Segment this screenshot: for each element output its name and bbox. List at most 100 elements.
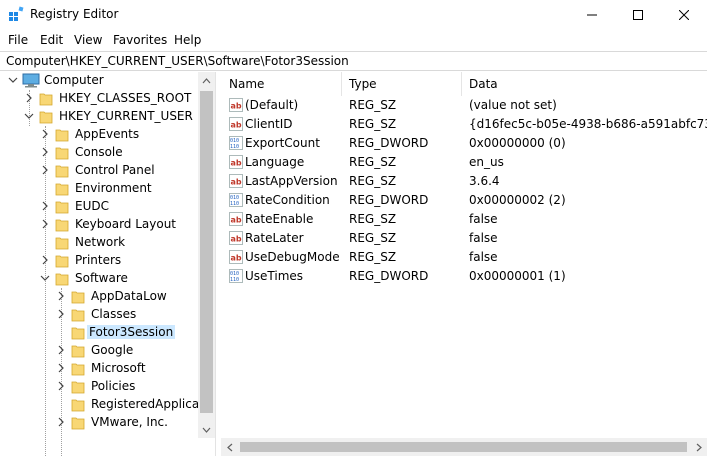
values-list[interactable]: Name Type Data ab (Default) REG_SZ (valu… (221, 72, 707, 438)
tree-item-policies[interactable]: Policies (0, 378, 200, 396)
value-data: en_us (469, 155, 504, 169)
chevron-right-icon[interactable] (40, 255, 50, 265)
tree-item-microsoft[interactable]: Microsoft (0, 360, 200, 378)
string-value-icon: ab (229, 155, 243, 169)
menu-edit[interactable]: Edit (40, 33, 63, 47)
tree-item-computer[interactable]: Computer (0, 72, 200, 90)
tree-item-software[interactable]: Software (0, 270, 200, 288)
svg-text:110: 110 (230, 201, 239, 207)
value-type: REG_SZ (349, 231, 397, 245)
value-row[interactable]: 010 110 UseTimes REG_DWORD 0x00000001 (1) (221, 267, 707, 286)
tree-item-environment[interactable]: Environment (0, 180, 200, 198)
scroll-right-button[interactable] (690, 438, 707, 456)
menu-help[interactable]: Help (174, 33, 201, 47)
tree-item-hkey-current-user[interactable]: HKEY_CURRENT_USER (0, 108, 200, 126)
value-data: 0x00000001 (1) (469, 269, 566, 283)
title-bar[interactable]: Registry Editor (0, 0, 707, 30)
tree-item-control-panel[interactable]: Control Panel (0, 162, 200, 180)
tree-item-label: Microsoft (91, 361, 146, 375)
value-row[interactable]: ab RateLater REG_SZ false (221, 229, 707, 248)
value-type: REG_SZ (349, 98, 397, 112)
tree-item-registeredapplications[interactable]: RegisteredApplicatic (0, 396, 214, 414)
tree-item-label: Environment (75, 181, 152, 195)
tree-vertical-scrollbar[interactable] (198, 72, 215, 438)
column-header-data[interactable]: Data (461, 72, 498, 96)
value-row[interactable]: 010 110 ExportCount REG_DWORD 0x00000000 … (221, 134, 707, 153)
registry-editor-app-icon (9, 6, 24, 21)
scroll-left-button[interactable] (221, 438, 238, 456)
address-path[interactable]: Computer\HKEY_CURRENT_USER\Software\Foto… (6, 54, 349, 68)
tree-item-eudc[interactable]: EUDC (0, 198, 200, 216)
maximize-button[interactable] (615, 0, 661, 30)
scroll-up-button[interactable] (198, 72, 215, 89)
key-tree[interactable]: Computer HKEY_CLASSES_ROOT HKEY_CURRENT_… (0, 72, 215, 456)
tree-item-google[interactable]: Google (0, 342, 200, 360)
menu-bar: File Edit View Favorites Help (0, 30, 707, 50)
chevron-down-icon[interactable] (8, 75, 18, 85)
tree-item-appdatalow[interactable]: AppDataLow (0, 288, 200, 306)
values-horizontal-scrollbar[interactable] (221, 438, 707, 456)
value-data: 3.6.4 (469, 174, 500, 188)
tree-item-console[interactable]: Console (0, 144, 200, 162)
scroll-thumb[interactable] (200, 91, 213, 413)
value-row[interactable]: ab RateEnable REG_SZ false (221, 210, 707, 229)
value-row[interactable]: 010 110 RateCondition REG_DWORD 0x0000000… (221, 191, 707, 210)
chevron-right-icon[interactable] (56, 381, 66, 391)
scroll-thumb[interactable] (240, 442, 687, 452)
maximize-icon (633, 10, 643, 20)
value-name: RateLater (245, 231, 304, 245)
binary-value-icon: 010110 (229, 193, 243, 207)
chevron-right-icon[interactable] (56, 309, 66, 319)
tree-item-hkey-classes-root[interactable]: HKEY_CLASSES_ROOT (0, 90, 200, 108)
chevron-right-icon[interactable] (40, 129, 50, 139)
tree-item-label: HKEY_CLASSES_ROOT (59, 91, 192, 105)
value-name: UseDebugMode (245, 250, 340, 264)
tree-item-label: RegisteredApplicatic (91, 397, 214, 411)
value-row[interactable]: ab LastAppVersion REG_SZ 3.6.4 (221, 172, 707, 191)
value-row[interactable]: ab ClientID REG_SZ {d16fec5c-b05e-4938-b… (221, 115, 707, 134)
tree-item-classes[interactable]: Classes (0, 306, 200, 324)
tree-item-vmware[interactable]: VMware, Inc. (0, 414, 200, 432)
tree-item-label: Classes (91, 307, 137, 321)
tree-item-keyboard-layout[interactable]: Keyboard Layout (0, 216, 200, 234)
chevron-right-icon[interactable] (56, 345, 66, 355)
column-header-name[interactable]: Name (221, 72, 264, 96)
value-data: 0x00000002 (2) (469, 193, 566, 207)
folder-icon (55, 165, 69, 178)
tree-item-network[interactable]: Network (0, 234, 200, 252)
column-header-type[interactable]: Type (341, 72, 377, 96)
tree-item-fotor3session[interactable]: Fotor3Session (0, 324, 200, 342)
address-bar[interactable]: Computer\HKEY_CURRENT_USER\Software\Foto… (0, 51, 707, 71)
chevron-right-icon[interactable] (40, 201, 50, 211)
folder-icon (71, 327, 85, 340)
value-data: false (469, 231, 498, 245)
chevron-right-icon[interactable] (56, 291, 66, 301)
value-row[interactable]: ab Language REG_SZ en_us (221, 153, 707, 172)
minimize-button[interactable] (569, 0, 615, 30)
tree-item-printers[interactable]: Printers (0, 252, 200, 270)
svg-text:ab: ab (231, 216, 242, 225)
chevron-right-icon[interactable] (40, 165, 50, 175)
tree-item-label: Computer (44, 73, 104, 87)
chevron-down-icon[interactable] (40, 273, 50, 283)
chevron-right-icon[interactable] (56, 363, 66, 373)
chevron-right-icon[interactable] (56, 417, 66, 427)
string-value-icon: ab (229, 98, 243, 112)
chevron-right-icon[interactable] (24, 93, 34, 103)
close-button[interactable] (661, 0, 707, 30)
menu-view[interactable]: View (74, 33, 102, 47)
folder-icon (55, 237, 69, 250)
chevron-right-icon[interactable] (40, 147, 50, 157)
tree-item-label: HKEY_CURRENT_USER (59, 109, 193, 123)
chevron-down-icon[interactable] (24, 111, 34, 121)
menu-file[interactable]: File (8, 33, 28, 47)
scroll-down-button[interactable] (198, 421, 215, 438)
menu-favorites[interactable]: Favorites (113, 33, 167, 47)
value-row[interactable]: ab (Default) REG_SZ (value not set) (221, 96, 707, 115)
chevron-right-icon[interactable] (40, 219, 50, 229)
svg-text:110: 110 (230, 144, 239, 150)
tree-item-appevents[interactable]: AppEvents (0, 126, 200, 144)
value-row[interactable]: ab UseDebugMode REG_SZ false (221, 248, 707, 267)
computer-icon (22, 73, 40, 88)
value-type: REG_DWORD (349, 193, 429, 207)
